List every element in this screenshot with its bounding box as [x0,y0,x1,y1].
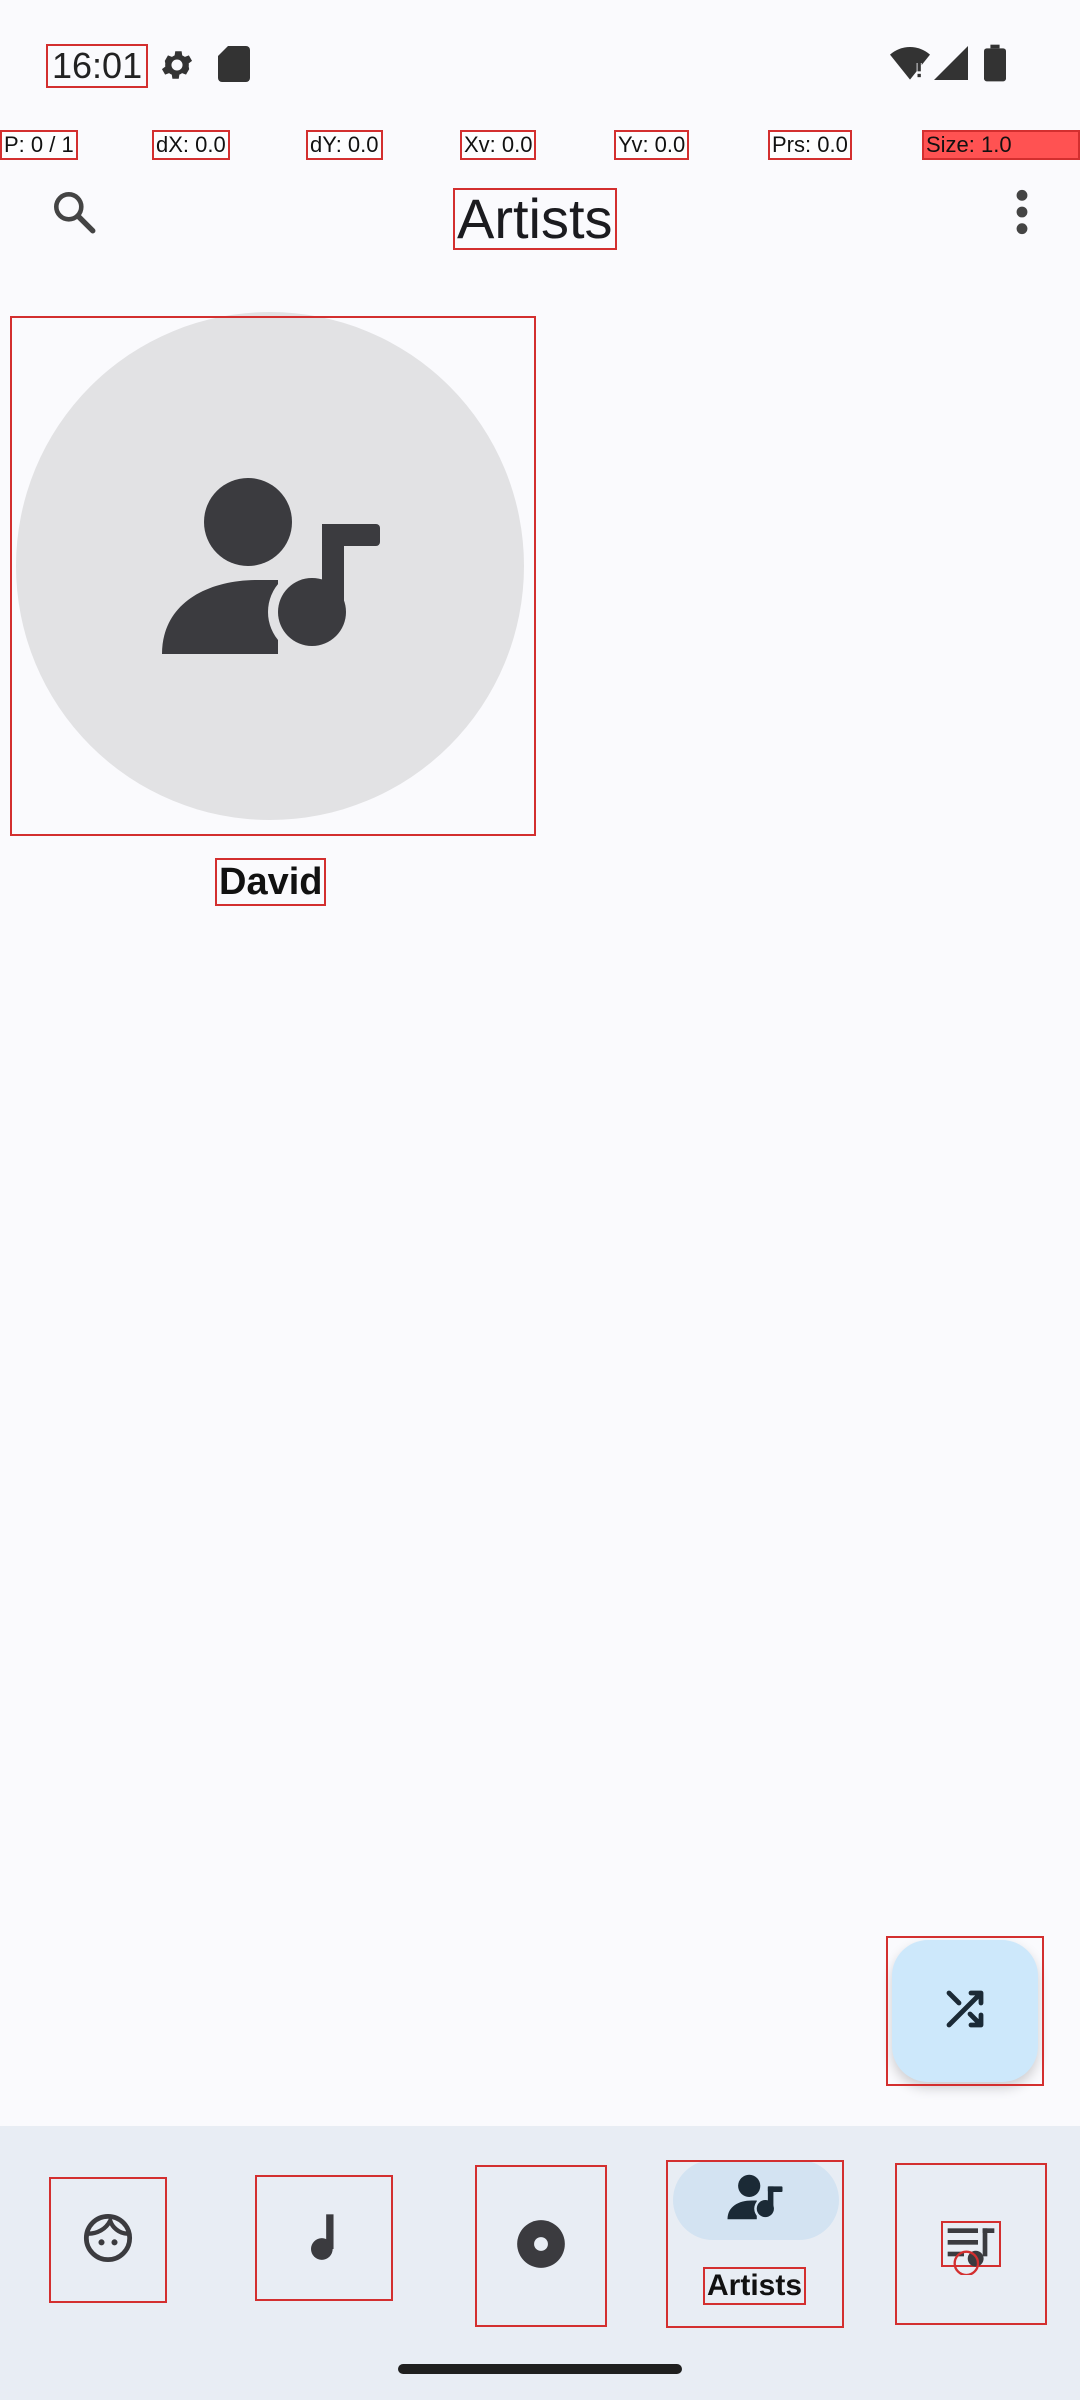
overlay-pointer-count: P: 0 / 1 [0,130,78,160]
nav-item-playlists[interactable] [895,2163,1047,2325]
gesture-navigation-bar[interactable] [398,2364,682,2374]
music-note-icon [304,2210,344,2267]
face-icon [82,2212,134,2269]
overlay-yv: Yv: 0.0 [614,130,690,160]
artist-placeholder-icon [160,478,382,659]
page-title: Artists [453,188,617,250]
more-options-button[interactable] [984,176,1060,252]
battery-icon [984,44,1006,87]
shuffle-fab-highlight [886,1936,1044,2086]
search-button[interactable] [36,176,112,252]
status-bar: 16:01 [0,0,1080,130]
artist-name[interactable]: David [215,858,327,906]
nav-item-albums[interactable] [475,2165,607,2327]
sd-card-icon [218,46,250,87]
settings-gear-icon [158,46,196,89]
more-vert-icon [1014,187,1030,242]
overlay-size: Size: 1.0 [922,130,1080,160]
overlay-xv: Xv: 0.0 [460,130,537,160]
album-icon [515,2218,567,2275]
nav-item-for-you[interactable] [49,2177,167,2303]
nav-item-songs[interactable] [255,2175,393,2301]
pointer-location-overlay: P: 0 / 1 dX: 0.0 dY: 0.0 Xv: 0.0 Yv: 0.0… [0,130,1080,160]
overlay-dy: dY: 0.0 [306,130,383,160]
status-time: 16:01 [46,44,149,88]
overlay-dx: dX: 0.0 [152,130,230,160]
search-icon [49,187,99,242]
wifi-icon [890,46,930,85]
overlay-pressure: Prs: 0.0 [768,130,852,160]
top-app-bar: Artists [0,158,1080,278]
artist-icon [727,2174,783,2225]
nav-item-artists-label: Artists [703,2267,807,2305]
cellular-signal-icon [934,46,968,85]
playlist-icon [941,2221,1001,2275]
